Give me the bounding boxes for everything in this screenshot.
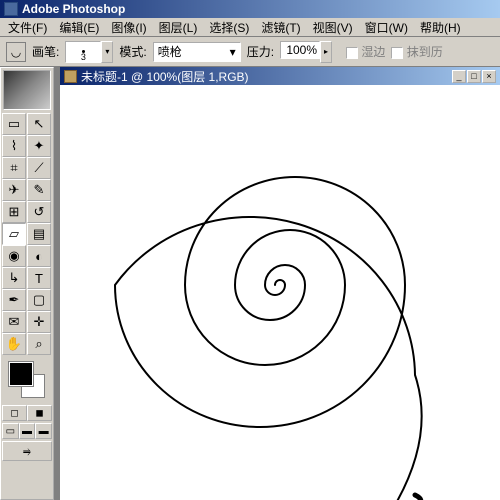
minimize-button[interactable]: _ xyxy=(452,70,466,83)
wet-edges-checkbox[interactable] xyxy=(346,47,358,59)
document-titlebar[interactable]: 未标题-1 @ 100%(图层 1,RGB) _ □ × xyxy=(60,67,500,85)
menu-help[interactable]: 帮助(H) xyxy=(414,17,467,38)
wand-tool[interactable]: ✦ xyxy=(27,135,51,157)
path-tool[interactable]: ↳ xyxy=(2,267,26,289)
brush-size-value: 3 xyxy=(81,52,86,62)
stamp-tool[interactable]: ⊞ xyxy=(2,201,26,223)
move-tool[interactable]: ↖ xyxy=(27,113,51,135)
menu-filter[interactable]: 滤镜(T) xyxy=(255,17,306,38)
app-titlebar: Adobe Photoshop xyxy=(0,0,500,18)
pressure-label: 压力: xyxy=(247,43,274,60)
mode-select[interactable]: 喷枪 ▾ xyxy=(153,42,241,62)
document-title: 未标题-1 @ 100%(图层 1,RGB) xyxy=(81,68,249,85)
spiral-drawing xyxy=(60,85,500,500)
menu-select[interactable]: 选择(S) xyxy=(203,17,255,38)
slice-tool[interactable]: ⟋ xyxy=(27,157,51,179)
canvas[interactable] xyxy=(60,85,500,500)
app-icon xyxy=(4,2,18,16)
screen-full-button[interactable]: ▬ xyxy=(35,423,52,439)
maximize-button[interactable]: □ xyxy=(467,70,481,83)
history-brush-tool[interactable]: ↺ xyxy=(27,201,51,223)
brush-label: 画笔: xyxy=(32,43,59,60)
toolbox-header-icon xyxy=(3,70,51,110)
type-tool[interactable]: T xyxy=(27,267,51,289)
document-window: 未标题-1 @ 100%(图层 1,RGB) _ □ × xyxy=(60,67,500,500)
hand-tool[interactable]: ✋ xyxy=(2,333,26,355)
menubar: 文件(F) 编辑(E) 图像(I) 图层(L) 选择(S) 滤镜(T) 视图(V… xyxy=(0,18,500,37)
current-tool-icon[interactable]: ◡ xyxy=(6,42,26,62)
eyedropper-tool[interactable]: ✛ xyxy=(27,311,51,333)
erase-history-checkbox[interactable] xyxy=(391,47,403,59)
color-swatches xyxy=(5,360,49,400)
brush-preview[interactable]: 3 xyxy=(65,41,101,63)
menu-view[interactable]: 视图(V) xyxy=(307,17,359,38)
screen-standard-button[interactable]: ▭ xyxy=(2,423,19,439)
lasso-tool[interactable]: ⌇ xyxy=(2,135,26,157)
menu-image[interactable]: 图像(I) xyxy=(105,17,152,38)
crop-tool[interactable]: ⌗ xyxy=(2,157,26,179)
gradient-tool[interactable]: ▤ xyxy=(27,223,51,245)
options-bar: ◡ 画笔: 3 ▾ 模式: 喷枪 ▾ 压力: 100% ▸ 湿边 抹到历 xyxy=(0,37,500,67)
pen-tool[interactable]: ✒ xyxy=(2,289,26,311)
brush-tool[interactable]: ✎ xyxy=(27,179,51,201)
notes-tool[interactable]: ✉ xyxy=(2,311,26,333)
menu-layer[interactable]: 图层(L) xyxy=(153,17,204,38)
workspace: ▭ ↖ ⌇ ✦ ⌗ ⟋ ✈ ✎ ⊞ ↺ ▱ ▤ ◉ ◐ ↳ T ✒ ▢ ✉ ✛ … xyxy=(0,67,500,500)
eraser-tool[interactable]: ▱ xyxy=(2,223,26,245)
foreground-color-swatch[interactable] xyxy=(9,362,33,386)
mode-value: 喷枪 xyxy=(158,43,182,60)
menu-edit[interactable]: 编辑(E) xyxy=(53,17,105,38)
jump-to-button[interactable]: ⥤ xyxy=(2,441,52,461)
document-icon xyxy=(64,70,77,83)
app-title: Adobe Photoshop xyxy=(22,2,125,16)
blur-tool[interactable]: ◉ xyxy=(2,245,26,267)
quickmask-on-button[interactable]: ◼ xyxy=(27,405,52,421)
menu-file[interactable]: 文件(F) xyxy=(2,17,53,38)
close-button[interactable]: × xyxy=(482,70,496,83)
shape-tool[interactable]: ▢ xyxy=(27,289,51,311)
pressure-dropdown-icon[interactable]: ▸ xyxy=(320,41,332,63)
chevron-down-icon: ▾ xyxy=(230,45,236,59)
erase-history-label: 抹到历 xyxy=(407,45,443,59)
quickmask-off-button[interactable]: ◻ xyxy=(2,405,27,421)
screen-full-menu-button[interactable]: ▬ xyxy=(19,423,36,439)
zoom-tool[interactable]: ⌕ xyxy=(27,333,51,355)
tool-grid: ▭ ↖ ⌇ ✦ ⌗ ⟋ ✈ ✎ ⊞ ↺ ▱ ▤ ◉ ◐ ↳ T ✒ ▢ ✉ ✛ … xyxy=(1,112,53,356)
wet-edges-label: 湿边 xyxy=(361,45,385,59)
menu-window[interactable]: 窗口(W) xyxy=(359,17,414,38)
airbrush-tool[interactable]: ✈ xyxy=(2,179,26,201)
toolbox: ▭ ↖ ⌇ ✦ ⌗ ⟋ ✈ ✎ ⊞ ↺ ▱ ▤ ◉ ◐ ↳ T ✒ ▢ ✉ ✛ … xyxy=(0,67,54,500)
pressure-input[interactable]: 100% xyxy=(280,41,320,59)
dodge-tool[interactable]: ◐ xyxy=(27,245,51,267)
mode-label: 模式: xyxy=(119,43,146,60)
brush-dropdown-icon[interactable]: ▾ xyxy=(101,41,113,63)
marquee-tool[interactable]: ▭ xyxy=(2,113,26,135)
